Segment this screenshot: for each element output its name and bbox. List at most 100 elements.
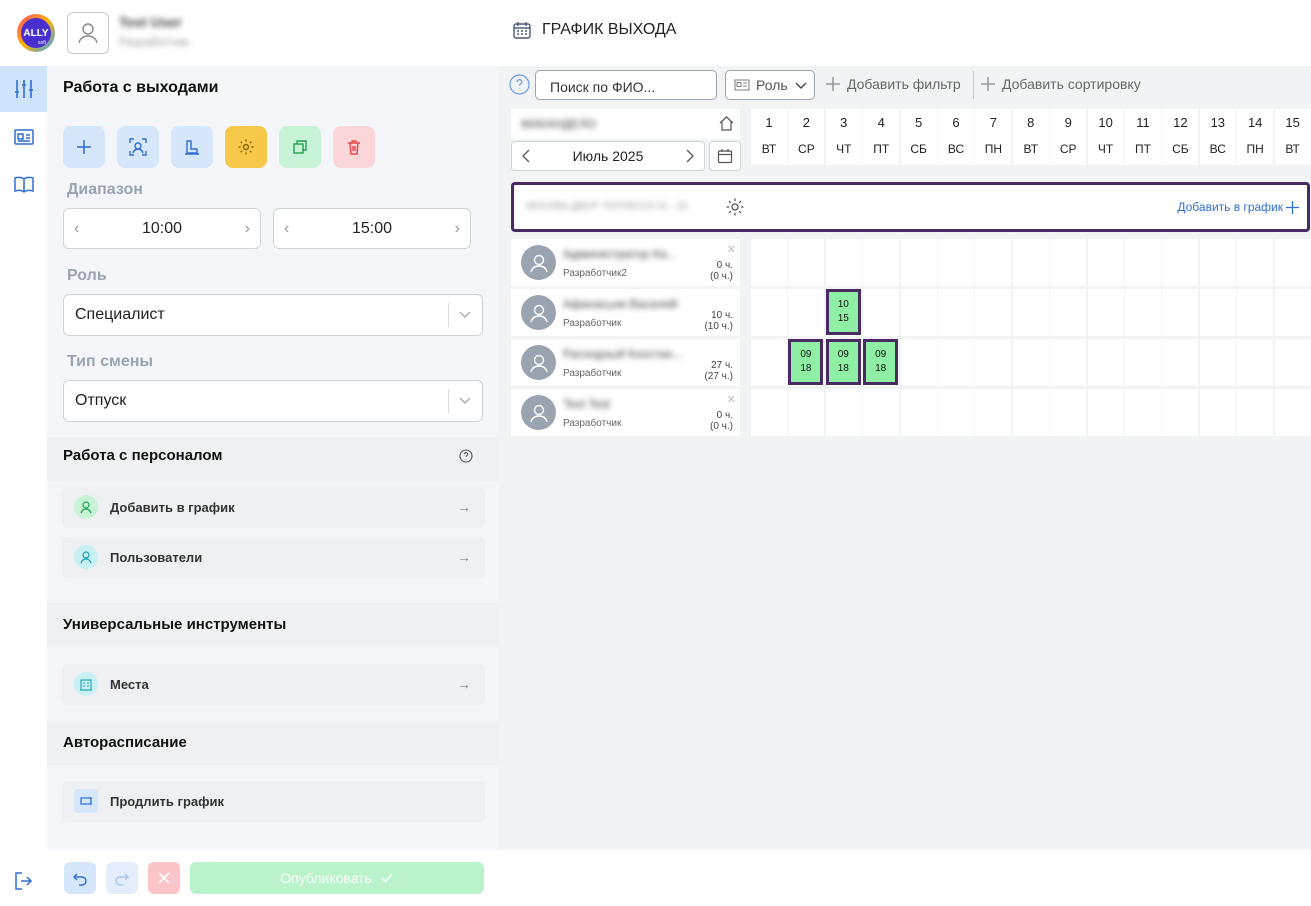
remove-icon[interactable]: ✕ — [727, 243, 736, 256]
cancel-button[interactable] — [148, 862, 180, 894]
schedule-cell[interactable] — [938, 389, 974, 436]
time-to-field[interactable]: ‹ 15:00 › — [273, 208, 471, 249]
redo-button[interactable] — [106, 862, 138, 894]
schedule-cell[interactable] — [1012, 389, 1049, 436]
schedule-cell[interactable] — [788, 389, 825, 436]
schedule-cell[interactable] — [1012, 339, 1049, 386]
schedule-cell[interactable] — [1237, 239, 1274, 286]
add-sort-button[interactable]: Добавить сортировку — [980, 76, 1141, 92]
schedule-cell[interactable] — [751, 389, 787, 436]
time-from-field[interactable]: ‹ 10:00 › — [63, 208, 261, 249]
schedule-cell[interactable] — [938, 239, 974, 286]
schedule-cell[interactable] — [751, 339, 787, 386]
schedule-cell[interactable] — [1012, 289, 1049, 336]
schedule-cell[interactable] — [825, 389, 862, 436]
shift-block[interactable]: 09 18 — [788, 339, 824, 385]
schedule-cell[interactable] — [1125, 239, 1161, 286]
add-shift-button[interactable] — [63, 126, 105, 168]
schedule-cell[interactable] — [1237, 389, 1274, 436]
schedule-cell[interactable] — [1162, 339, 1199, 386]
day-header[interactable]: 8 ВТ — [1012, 109, 1049, 165]
employee-card[interactable]: Расходный Констан... Разработчик 27 ч. (27 … — [511, 339, 740, 386]
assign-user-button[interactable] — [117, 126, 159, 168]
chevron-right-icon[interactable] — [682, 148, 698, 164]
chevron-left-icon[interactable]: ‹ — [74, 220, 79, 238]
schedule-cell[interactable] — [1199, 289, 1236, 336]
day-header[interactable]: 7 ПН — [975, 109, 1012, 165]
schedule-cell[interactable] — [1012, 239, 1049, 286]
schedule-cell[interactable] — [1087, 239, 1124, 286]
employee-card[interactable]: Афанасьев Василий Разработчик 10 ч. (10 ч.) — [511, 289, 740, 336]
add-to-schedule-card[interactable]: Добавить в график → — [62, 487, 485, 528]
schedule-cell[interactable] — [1274, 339, 1311, 386]
rail-filters-button[interactable] — [0, 66, 47, 112]
schedule-cell[interactable] — [751, 239, 787, 286]
schedule-cell[interactable] — [938, 289, 974, 336]
schedule-cell[interactable] — [863, 389, 900, 436]
chevron-left-icon[interactable] — [518, 148, 534, 164]
shift-block[interactable]: 09 18 — [825, 339, 861, 385]
copy-button[interactable] — [279, 126, 321, 168]
schedule-cell[interactable] — [1125, 289, 1161, 336]
schedule-cell[interactable] — [1237, 289, 1274, 336]
day-header[interactable]: 12 СБ — [1162, 109, 1199, 165]
group-add-button[interactable]: Добавить в график — [1177, 200, 1299, 214]
schedule-cell[interactable] — [825, 239, 862, 286]
help-icon[interactable] — [509, 74, 530, 95]
schedule-cell[interactable] — [1199, 389, 1236, 436]
day-header[interactable]: 9 СР — [1050, 109, 1087, 165]
schedule-cell[interactable] — [1125, 339, 1161, 386]
schedule-cell[interactable] — [1162, 289, 1199, 336]
calendar-picker-button[interactable] — [709, 141, 741, 171]
home-icon[interactable] — [718, 115, 735, 132]
schedule-cell[interactable] — [1274, 289, 1311, 336]
schedule-cell[interactable] — [975, 239, 1012, 286]
publish-button[interactable]: Опубликовать — [190, 862, 484, 894]
rail-book-button[interactable] — [0, 162, 47, 208]
schedule-cell[interactable] — [975, 289, 1012, 336]
undo-button[interactable] — [64, 862, 96, 894]
help-icon[interactable] — [459, 449, 473, 463]
user-avatar[interactable] — [67, 12, 109, 54]
rail-card-button[interactable] — [0, 114, 47, 160]
schedule-cell[interactable] — [788, 239, 825, 286]
chevron-left-icon[interactable]: ‹ — [284, 220, 289, 238]
schedule-cell[interactable] — [1162, 389, 1199, 436]
day-header[interactable]: 11 ПТ — [1125, 109, 1161, 165]
schedule-cell[interactable] — [751, 289, 787, 336]
extend-schedule-card[interactable]: Продлить график — [62, 781, 485, 822]
schedule-cell[interactable] — [900, 389, 937, 436]
role-filter-dropdown[interactable]: Роль — [725, 70, 815, 100]
day-header[interactable]: 6 ВС — [938, 109, 974, 165]
group-row[interactable]: МОСКВА ДВОР ТЕРРАССА 01...10 Добавить в … — [511, 182, 1310, 232]
schedule-cell[interactable] — [1237, 339, 1274, 386]
day-header[interactable]: 14 ПН — [1237, 109, 1274, 165]
remove-icon[interactable]: ✕ — [727, 393, 736, 406]
day-header[interactable]: 5 СБ — [900, 109, 937, 165]
schedule-cell[interactable] — [788, 289, 825, 336]
schedule-cell[interactable] — [1125, 389, 1161, 436]
day-header[interactable]: 1 ВТ — [751, 109, 787, 165]
chevron-right-icon[interactable]: › — [245, 220, 250, 238]
day-header[interactable]: 2 СР — [788, 109, 825, 165]
schedule-cell[interactable] — [1087, 339, 1124, 386]
day-header[interactable]: 15 ВТ — [1274, 109, 1311, 165]
schedule-cell[interactable] — [1199, 339, 1236, 386]
chevron-right-icon[interactable]: › — [455, 220, 460, 238]
schedule-cell[interactable] — [1087, 389, 1124, 436]
schedule-cell[interactable] — [1162, 239, 1199, 286]
app-logo[interactable]: ALLY soft — [15, 12, 57, 54]
company-card[interactable]: МАКАНДЕЛО — [511, 109, 740, 139]
users-card[interactable]: Пользователи → — [62, 537, 485, 578]
search-input[interactable]: Поиск по ФИО... — [535, 70, 717, 100]
schedule-cell[interactable] — [975, 339, 1012, 386]
role-select[interactable]: Специалист — [63, 294, 483, 336]
schedule-cell[interactable] — [1087, 289, 1124, 336]
schedule-cell[interactable] — [1050, 239, 1087, 286]
schedule-cell[interactable] — [1050, 289, 1087, 336]
day-header[interactable]: 10 ЧТ — [1087, 109, 1124, 165]
day-header[interactable]: 3 ЧТ — [825, 109, 862, 165]
schedule-cell[interactable] — [938, 339, 974, 386]
schedule-cell[interactable] — [900, 239, 937, 286]
schedule-cell[interactable] — [863, 239, 900, 286]
